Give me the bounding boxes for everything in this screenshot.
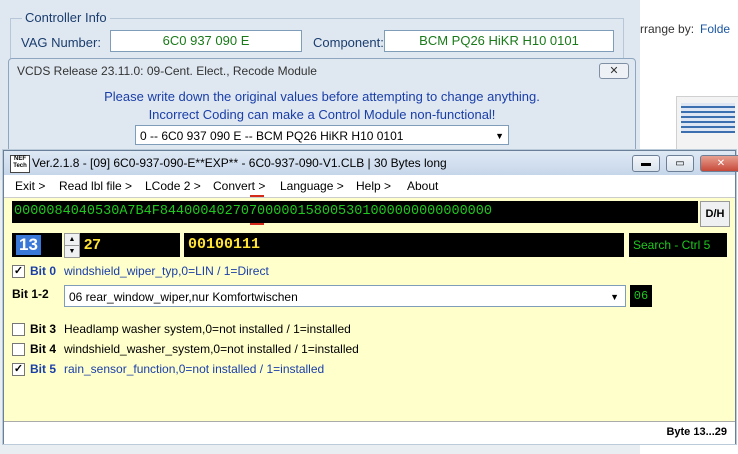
spin-down-icon[interactable]: ▼ <box>64 245 80 258</box>
arrange-by-label: rrange by: <box>640 22 695 36</box>
bit-3-checkbox[interactable] <box>12 323 25 336</box>
bit-0-checkbox[interactable]: ✓ <box>12 265 25 278</box>
menu-exit[interactable]: Exit > <box>15 179 45 193</box>
chevron-down-icon: ▼ <box>610 292 619 302</box>
menu-convert[interactable]: Convert > <box>213 179 265 193</box>
nef-coding-window: NEF Tech Ver.2.1.8 - [09] 6C0-937-090-E*… <box>3 150 738 444</box>
bit-5-checkbox[interactable]: ✓ <box>12 363 25 376</box>
module-select[interactable]: 0 -- 6C0 937 090 E -- BCM PQ26 HiKR H10 … <box>135 125 509 145</box>
recode-close-button[interactable]: ✕ <box>599 63 629 79</box>
bit-4-description: windshield_washer_system,0=not installed… <box>64 342 359 356</box>
byte-number[interactable]: 13 <box>16 235 41 255</box>
chevron-down-icon: ▼ <box>495 131 504 141</box>
nef-titlebar: NEF Tech Ver.2.1.8 - [09] 6C0-937-090-E*… <box>4 151 738 175</box>
bit-5-label: Bit 5 <box>30 362 57 376</box>
vag-number-label: VAG Number: <box>21 35 101 50</box>
module-select-value: 0 -- 6C0 937 090 E -- BCM PQ26 HiKR H10 … <box>140 129 404 143</box>
bit-1-2-value: 06 <box>630 285 652 307</box>
menu-help[interactable]: Help > <box>356 179 391 193</box>
bit-3-description: Headlamp washer system,0=not installed /… <box>64 322 351 336</box>
bit-4-checkbox[interactable] <box>12 343 25 356</box>
bit-1-2-label: Bit 1-2 <box>12 287 49 301</box>
bit-0-row[interactable]: ✓ Bit 0 windshield_wiper_typ,0=LIN / 1=D… <box>12 263 712 281</box>
component-field[interactable]: BCM PQ26 HiKR H10 0101 <box>384 30 614 52</box>
search-button[interactable]: Search - Ctrl 5 <box>629 233 727 257</box>
byte-position-marker <box>250 195 264 225</box>
maximize-button[interactable]: ▭ <box>666 155 694 172</box>
warning-line-1: Please write down the original values be… <box>104 89 540 104</box>
arrange-by: rrange by: Folde <box>640 22 730 36</box>
menu-bar: Exit > Read lbl file > LCode 2 > Convert… <box>4 175 735 198</box>
bit-0-label: Bit 0 <box>30 264 57 278</box>
vag-number-field[interactable]: 6C0 937 090 E <box>110 30 302 52</box>
bit-0-description: windshield_wiper_typ,0=LIN / 1=Direct <box>64 264 269 278</box>
bit-5-description: rain_sensor_function,0=not installed / 1… <box>64 362 325 376</box>
menu-read-lbl[interactable]: Read lbl file > <box>59 179 132 193</box>
menu-lcode2[interactable]: LCode 2 > <box>145 179 201 193</box>
bit-4-label: Bit 4 <box>30 342 57 356</box>
component-label: Component: <box>313 35 384 50</box>
warning-line-2: Incorrect Coding can make a Control Modu… <box>148 107 496 122</box>
nef-window-title: Ver.2.1.8 - [09] 6C0-937-090-E**EXP** - … <box>32 156 447 170</box>
menu-about[interactable]: About <box>407 179 438 193</box>
bit-3-row[interactable]: Bit 3 Headlamp washer system,0=not insta… <box>12 321 712 339</box>
file-thumbnail[interactable] <box>676 96 738 156</box>
bit-3-label: Bit 3 <box>30 322 57 336</box>
controller-info-title: Controller Info <box>22 10 110 25</box>
nef-logo-icon: NEF Tech <box>10 155 30 173</box>
dec-hex-toggle-button[interactable]: D/H <box>700 201 730 227</box>
coding-hex-field[interactable]: 0000084040530A7B4F8440004027070000015800… <box>12 201 698 223</box>
byte-spinner[interactable]: 13 ▲ ▼ <box>12 233 80 258</box>
bit-4-row[interactable]: Bit 4 windshield_washer_system,0=not ins… <box>12 341 712 359</box>
bit-1-2-select-value: 06 rear_window_wiper,nur Komfortwischen <box>69 290 298 304</box>
recode-window-title: VCDS Release 23.11.0: 09-Cent. Elect., R… <box>17 64 317 78</box>
arrange-by-value[interactable]: Folde <box>700 22 730 36</box>
bit-1-2-select[interactable]: 06 rear_window_wiper,nur Komfortwischen … <box>64 285 626 307</box>
close-button[interactable]: ✕ <box>700 155 738 172</box>
bit-5-row[interactable]: ✓ Bit 5 rain_sensor_function,0=not insta… <box>12 361 712 379</box>
status-bar: Byte 13...29 <box>4 421 735 444</box>
byte-decimal-field[interactable]: 27 <box>80 233 180 257</box>
byte-binary-field[interactable]: 00100111 <box>184 233 624 257</box>
menu-language[interactable]: Language > <box>280 179 344 193</box>
byte-range-status: Byte 13...29 <box>666 426 727 438</box>
recode-module-window: VCDS Release 23.11.0: 09-Cent. Elect., R… <box>8 58 636 160</box>
minimize-button[interactable]: ▬ <box>632 155 660 172</box>
